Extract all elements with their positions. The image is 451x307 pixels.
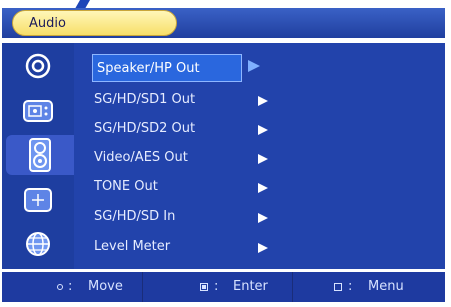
sidebar-item-video[interactable] <box>12 96 64 126</box>
footer-separator: : <box>214 279 219 294</box>
menu-item-level-meter[interactable]: Level Meter <box>92 233 312 261</box>
move-key-icon <box>57 284 63 290</box>
menu-panel: Speaker/HP Out SG/HD/SD1 Out SG/HD/SD2 O… <box>74 43 445 269</box>
selection-arrow-icon <box>248 60 260 72</box>
footer-divider <box>292 272 293 302</box>
speaker-icon <box>29 138 51 172</box>
menu-item-label: SG/HD/SD In <box>94 209 176 224</box>
menu-item-label: Video/AES Out <box>94 150 188 165</box>
device-screen: Audio Speaker/HP Out SG/HD/SD1 Out SG/HD… <box>0 0 451 307</box>
window-title: Audio <box>29 16 66 31</box>
submenu-arrow-icon <box>258 96 268 106</box>
menu-key-icon <box>334 283 342 291</box>
footer-divider <box>142 272 143 302</box>
target-icon <box>25 53 51 79</box>
submenu-arrow-icon <box>258 213 268 223</box>
submenu-arrow-icon <box>258 154 268 164</box>
globe-icon <box>26 232 50 256</box>
video-display-icon <box>23 100 53 122</box>
sidebar-item-crosshair[interactable] <box>12 185 64 215</box>
menu-item-sg-hd-sd-in[interactable]: SG/HD/SD In <box>92 203 312 231</box>
menu-item-tone-out[interactable]: TONE Out <box>92 173 312 201</box>
footer-separator: : <box>348 279 353 294</box>
crosshair-icon <box>24 188 52 212</box>
menu-item-label: Level Meter <box>94 239 171 254</box>
menu-item-sg-hd-sd2-out[interactable]: SG/HD/SD2 Out <box>92 115 312 143</box>
sidebar <box>2 43 74 269</box>
footer-hints: : Move : Enter : Menu <box>2 272 445 302</box>
menu-item-label: TONE Out <box>94 179 158 194</box>
menu-item-label: SG/HD/SD1 Out <box>94 92 196 107</box>
menu-item-label: Speaker/HP Out <box>97 61 200 76</box>
enter-key-icon <box>200 283 208 291</box>
enter-hint: Enter <box>233 279 268 294</box>
title-pill: Audio <box>12 10 177 36</box>
sidebar-item-audio[interactable] <box>6 135 74 175</box>
sidebar-item-target[interactable] <box>12 51 64 81</box>
move-hint: Move <box>88 279 123 294</box>
menu-item-label: SG/HD/SD2 Out <box>94 121 196 136</box>
footer-separator: : <box>68 279 73 294</box>
menu-hint: Menu <box>368 279 404 294</box>
sidebar-item-globe[interactable] <box>12 229 64 259</box>
menu-item-sg-hd-sd1-out[interactable]: SG/HD/SD1 Out <box>92 86 312 114</box>
submenu-arrow-icon <box>258 243 268 253</box>
menu-item-speaker-hp-out[interactable]: Speaker/HP Out <box>92 54 242 82</box>
submenu-arrow-icon <box>258 125 268 135</box>
submenu-arrow-icon <box>258 183 268 193</box>
menu-item-video-aes-out[interactable]: Video/AES Out <box>92 144 312 172</box>
